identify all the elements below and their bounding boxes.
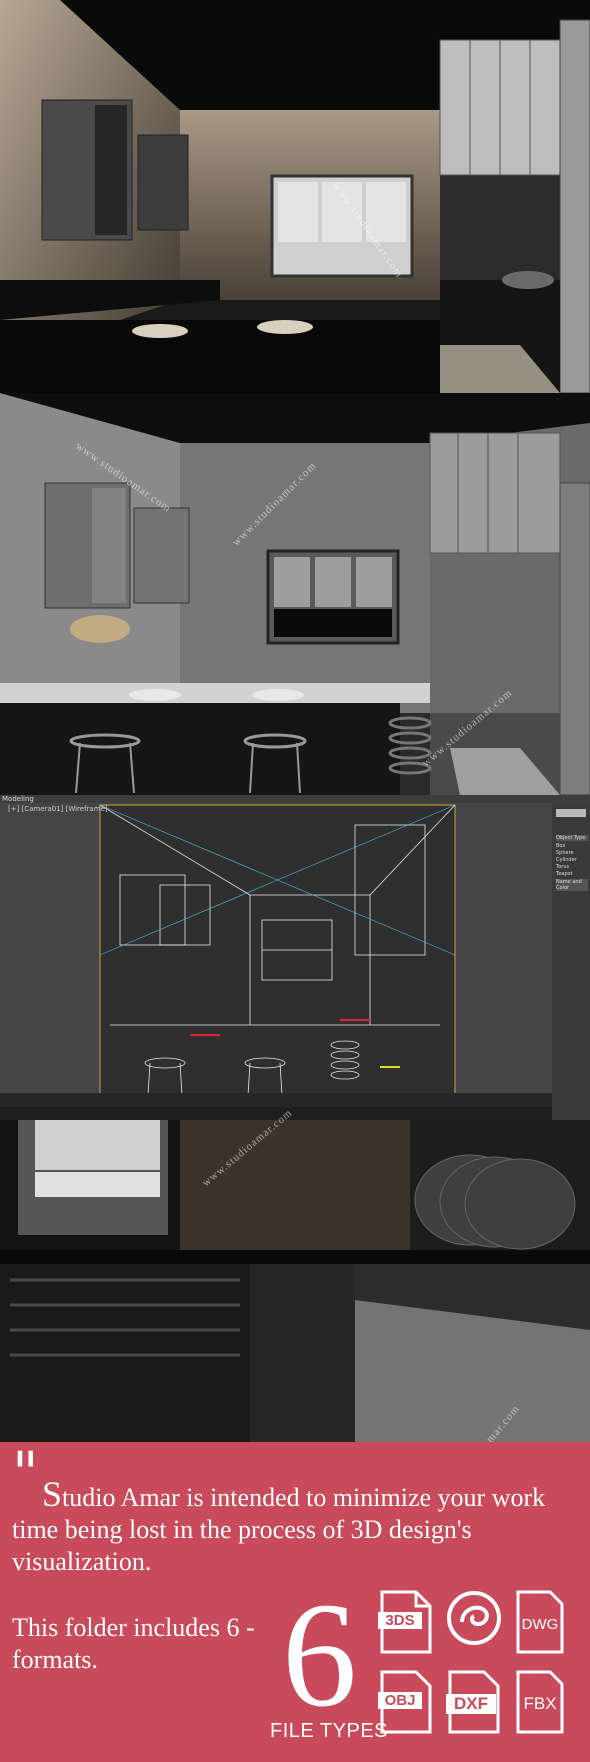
render-lit-kitchen xyxy=(0,0,590,393)
panel-item-teapot[interactable]: Teapot xyxy=(556,871,588,877)
file-dwg-icon: DWG xyxy=(516,1590,564,1654)
panel-footer: Name and Color xyxy=(556,879,588,891)
render-closeup xyxy=(0,1120,590,1442)
mission-statement: Studio Amar is intended to minimize your… xyxy=(12,1476,587,1578)
command-panel: Object Type Box Sphere Cylinder Torus Te… xyxy=(556,835,588,891)
mission-initial: S xyxy=(42,1474,63,1514)
panel-item-sphere[interactable]: Sphere xyxy=(556,850,588,856)
file-obj-icon: OBJ xyxy=(378,1670,432,1734)
viewport-label: [+] [Camera01] [Wireframe] xyxy=(8,805,108,813)
panel-item-cylinder[interactable]: Cylinder xyxy=(556,857,588,863)
3ds-max-icon xyxy=(446,1590,502,1646)
product-page: Modeling [+] [Camera01] [Wireframe] Obje… xyxy=(0,0,590,1762)
panel-item-torus[interactable]: Torus xyxy=(556,864,588,870)
includes-text: This folder includes 6 - formats. xyxy=(12,1613,255,1674)
format-obj-label: OBJ xyxy=(378,1692,422,1709)
format-count: 6 xyxy=(282,1572,357,1738)
viewport-title: Modeling xyxy=(2,795,34,803)
file-dxf-icon: DXF xyxy=(446,1670,500,1734)
mission-text: tudio Amar is intended to minimize your … xyxy=(12,1483,546,1576)
panel-header: Object Type xyxy=(556,835,588,841)
file-3ds-icon: 3DS xyxy=(378,1590,432,1654)
file-types-label: FILE TYPES xyxy=(270,1720,389,1742)
format-dxf-label: DXF xyxy=(446,1694,496,1714)
panel-item-box[interactable]: Box xyxy=(556,843,588,849)
format-dwg-label: DWG xyxy=(521,1616,559,1633)
file-fbx-icon: FBX xyxy=(516,1670,564,1734)
promo-panel: " Studio Amar is intended to minimize yo… xyxy=(0,1442,590,1762)
format-fbx-label: FBX xyxy=(523,1694,557,1713)
format-3ds-label: 3DS xyxy=(378,1612,422,1629)
wireframe-viewport: Modeling [+] [Camera01] [Wireframe] Obje… xyxy=(0,795,590,1120)
